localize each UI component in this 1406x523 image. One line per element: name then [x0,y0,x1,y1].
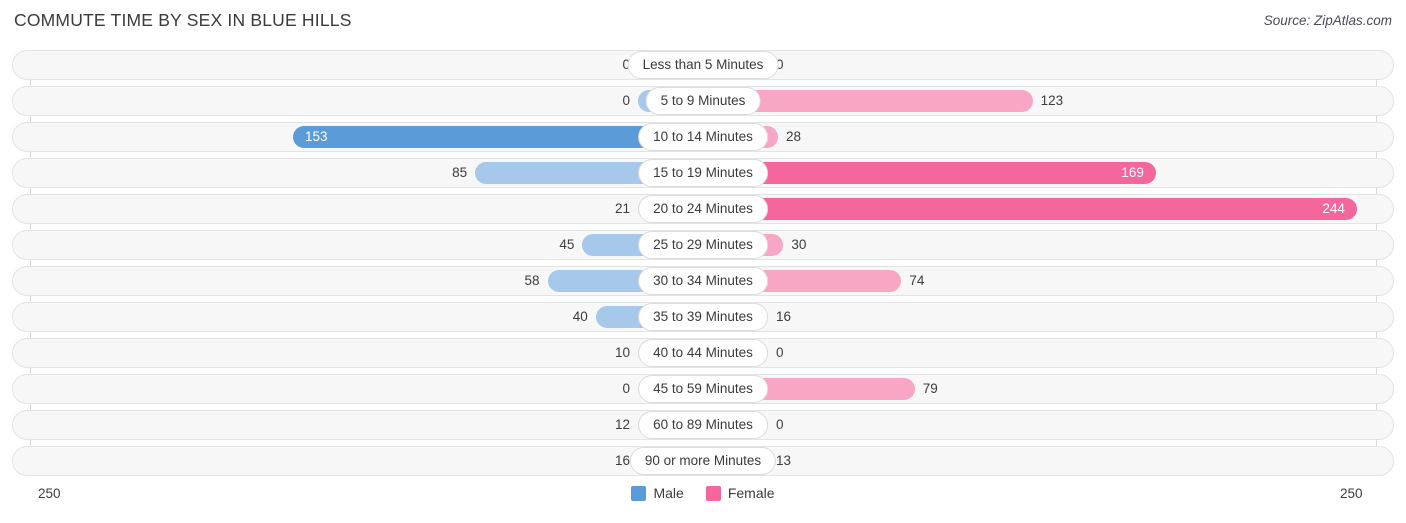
category-label: 45 to 59 Minutes [638,375,768,403]
bar-row: 45 30 25 to 29 Minutes [0,230,1406,260]
row-bars: 0 123 5 to 9 Minutes [0,86,1406,116]
row-bars: 0 79 45 to 59 Minutes [0,374,1406,404]
legend: Male Female [0,485,1406,501]
bar-value-male: 0 [622,381,630,396]
row-bars: 10 0 40 to 44 Minutes [0,338,1406,368]
bar-row: 12 0 60 to 89 Minutes [0,410,1406,440]
bar-female[interactable] [703,198,1357,220]
row-bars: 16 13 90 or more Minutes [0,446,1406,476]
bar-row: 0 123 5 to 9 Minutes [0,86,1406,116]
legend-item-male[interactable]: Male [631,485,684,501]
bar-row: 10 0 40 to 44 Minutes [0,338,1406,368]
page-title: COMMUTE TIME BY SEX IN BLUE HILLS [14,10,352,30]
bar-row: 0 0 Less than 5 Minutes [0,50,1406,80]
category-label: 35 to 39 Minutes [638,303,768,331]
legend-label-female: Female [727,485,775,501]
category-label: 40 to 44 Minutes [638,339,768,367]
bar-value-male: 0 [622,93,630,108]
bar-value-male: 10 [614,345,630,360]
bar-value-female: 13 [776,453,792,468]
bar-value-male: 58 [524,273,540,288]
legend-swatch-female-icon [705,485,721,501]
bar-row: 0 79 45 to 59 Minutes [0,374,1406,404]
bar-value-male: 45 [559,237,575,252]
row-bars: 12 0 60 to 89 Minutes [0,410,1406,440]
bar-value-male: 0 [622,57,630,72]
bar-value-male: 12 [614,417,630,432]
bar-row: 153 28 10 to 14 Minutes [0,122,1406,152]
category-label: 15 to 19 Minutes [638,159,768,187]
chart-footer: 250 250 Male Female [0,481,1406,523]
category-label: 20 to 24 Minutes [638,195,768,223]
bar-value-female: 28 [786,129,802,144]
category-label: 60 to 89 Minutes [638,411,768,439]
category-label: Less than 5 Minutes [627,51,779,79]
row-bars: 58 74 30 to 34 Minutes [0,266,1406,296]
plot-area: 0 0 Less than 5 Minutes 0 123 5 to 9 Minutes 1… [0,44,1406,481]
bar-row: 21 244 20 to 24 Minutes [0,194,1406,224]
legend-item-female[interactable]: Female [705,485,775,501]
bar-value-female: 123 [1040,93,1064,108]
chart-header: COMMUTE TIME BY SEX IN BLUE HILLS Source… [0,0,1406,44]
category-label: 30 to 34 Minutes [638,267,768,295]
bar-value-male: 16 [614,453,630,468]
source-attribution: Source: ZipAtlas.com [1263,13,1392,28]
bar-female[interactable] [703,162,1156,184]
category-label: 90 or more Minutes [629,447,777,475]
bar-value-female: 30 [791,237,807,252]
bar-value-female: 16 [776,309,792,324]
category-label: 25 to 29 Minutes [638,231,768,259]
row-bars: 40 16 35 to 39 Minutes [0,302,1406,332]
bar-value-female: 0 [776,57,784,72]
bar-value-female: 74 [909,273,925,288]
bar-value-female: 79 [922,381,938,396]
row-bars: 0 0 Less than 5 Minutes [0,50,1406,80]
row-bars: 85 169 15 to 19 Minutes [0,158,1406,188]
bar-rows-container: 0 0 Less than 5 Minutes 0 123 5 to 9 Minutes 1… [0,50,1406,482]
legend-swatch-male-icon [631,485,647,501]
bar-value-female: 0 [776,345,784,360]
row-bars: 45 30 25 to 29 Minutes [0,230,1406,260]
bar-value-male: 40 [572,309,588,324]
bar-row: 40 16 35 to 39 Minutes [0,302,1406,332]
category-label: 5 to 9 Minutes [645,87,761,115]
bar-row: 58 74 30 to 34 Minutes [0,266,1406,296]
bar-row: 85 169 15 to 19 Minutes [0,158,1406,188]
category-label: 10 to 14 Minutes [638,123,768,151]
row-bars: 21 244 20 to 24 Minutes [0,194,1406,224]
row-bars: 153 28 10 to 14 Minutes [0,122,1406,152]
bar-value-female: 169 [1121,165,1144,180]
bar-value-female: 0 [776,417,784,432]
bar-value-male: 153 [304,129,328,144]
bar-row: 16 13 90 or more Minutes [0,446,1406,476]
bar-value-male: 21 [614,201,630,216]
chart-page: COMMUTE TIME BY SEX IN BLUE HILLS Source… [0,0,1406,523]
bar-value-male: 85 [452,165,468,180]
bar-value-female: 244 [1322,201,1345,216]
legend-label-male: Male [653,485,684,501]
